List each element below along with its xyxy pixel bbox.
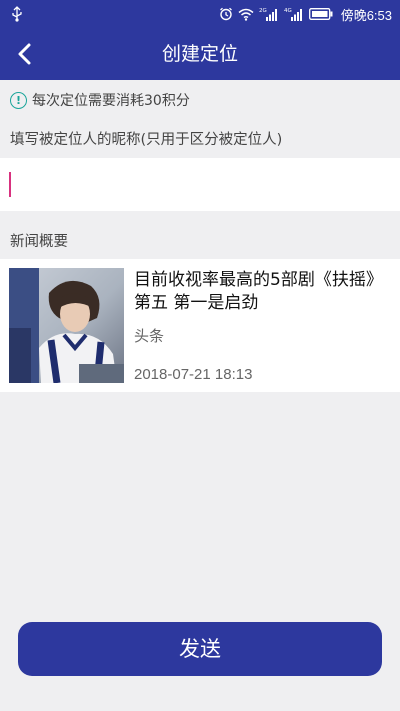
nav-bar: 创建定位 (0, 28, 400, 80)
signal-icon: 4G (284, 8, 302, 21)
news-photo (9, 268, 124, 383)
news-card[interactable]: 目前收视率最高的5部剧《扶摇》第五 第一是启劲 头条 2018-07-21 18… (0, 259, 400, 392)
battery-icon (308, 8, 333, 20)
status-time: 傍晚6:53 (340, 7, 392, 23)
news-source: 头条 (134, 327, 165, 345)
nickname-input[interactable] (0, 158, 400, 211)
send-button[interactable]: 发送 (18, 622, 382, 676)
news-section-label: 新闻概要 (10, 234, 68, 250)
points-notice: ! 每次定位需要消耗30积分 (10, 89, 190, 111)
alarm-icon (219, 7, 232, 21)
wifi-icon (238, 8, 254, 21)
nickname-label: 填写被定位人的昵称(只用于区分被定位人) (10, 132, 283, 148)
network-label-1: 2G (259, 8, 267, 14)
usb-icon (12, 6, 22, 22)
status-bar: 2G 4G 傍晚6:53 (0, 0, 400, 28)
news-title: 目前收视率最高的5部剧《扶摇》第五 第一是启劲 (134, 270, 383, 313)
news-timestamp: 2018-07-21 18:13 (134, 366, 253, 383)
info-icon: ! (10, 91, 27, 109)
status-icons: 2G 4G 傍晚6:53 (219, 0, 392, 28)
news-thumbnail (9, 268, 124, 383)
network-label-2: 4G (284, 8, 292, 14)
signal-icon: 2G (259, 8, 277, 21)
text-caret (9, 172, 11, 197)
page-title: 创建定位 (161, 43, 238, 65)
points-notice-text: 每次定位需要消耗30积分 (32, 93, 190, 109)
